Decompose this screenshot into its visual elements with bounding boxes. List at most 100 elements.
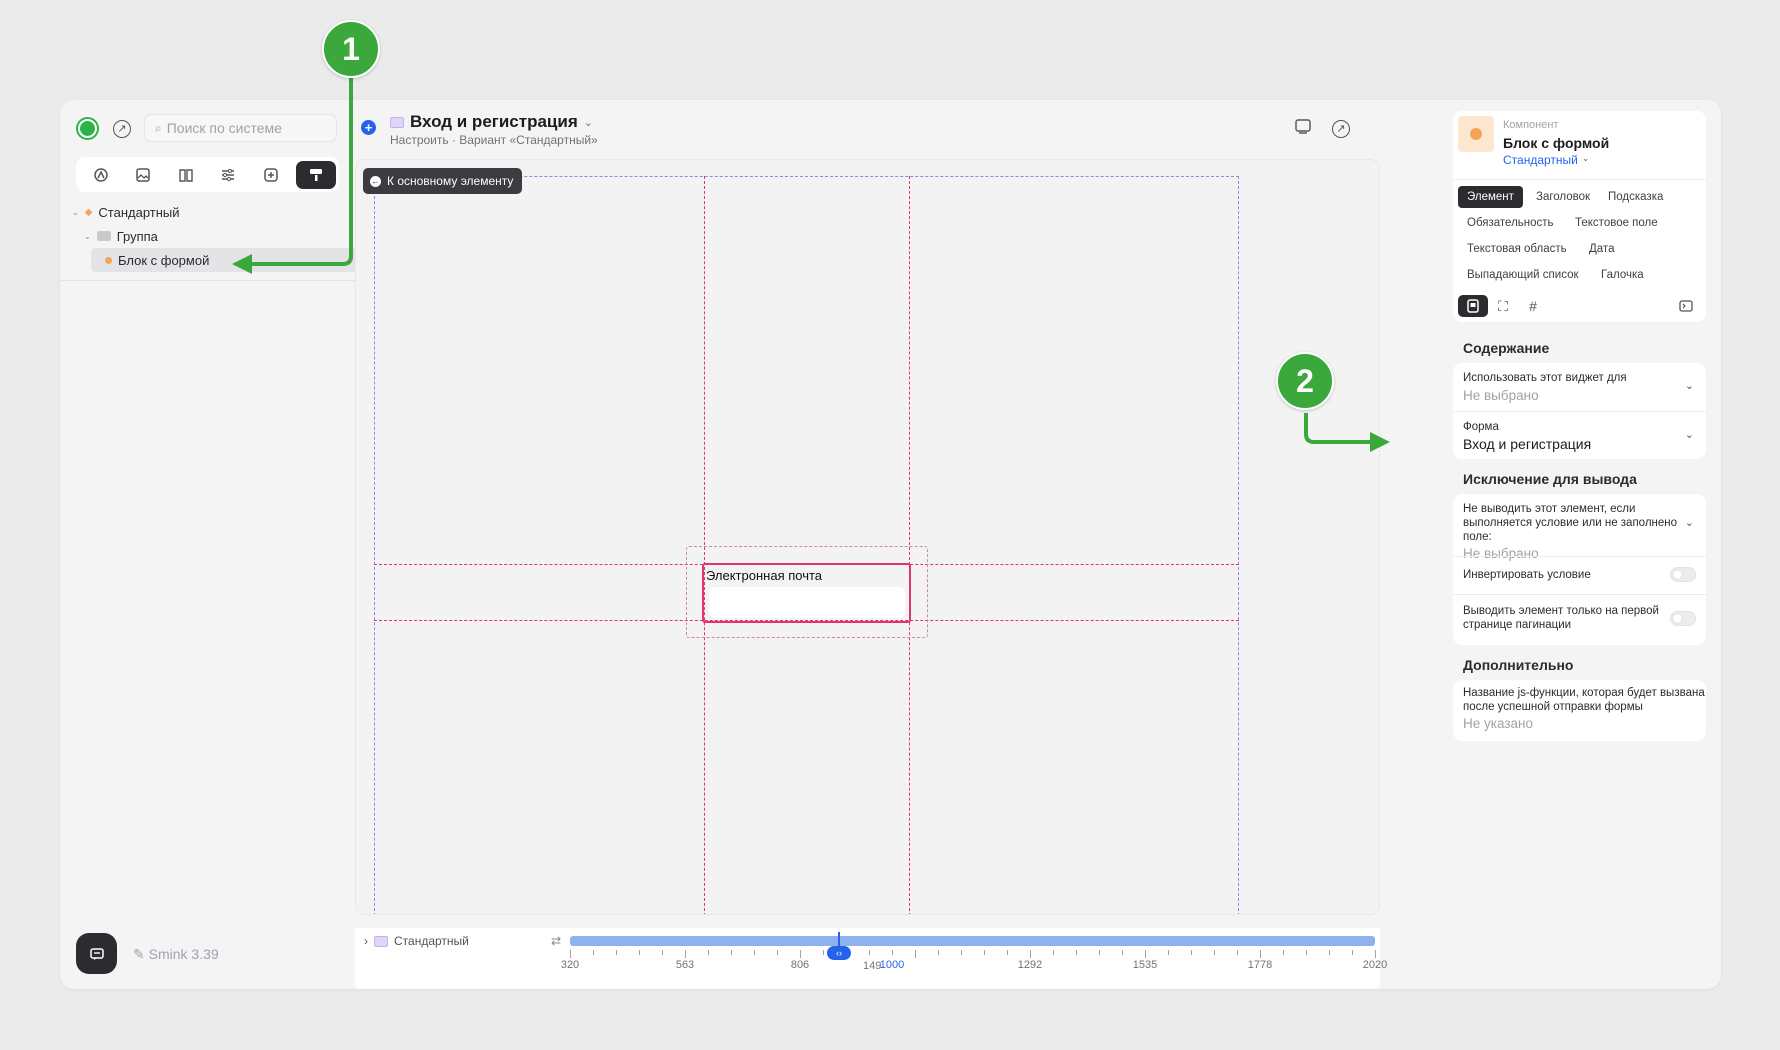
extra-card: Название js-функции, которая будет вызва… — [1453, 680, 1706, 741]
ruler-tick — [961, 950, 962, 955]
invert-toggle[interactable] — [1670, 567, 1696, 582]
tab-hint[interactable]: Подсказка — [1599, 186, 1672, 208]
divider — [1453, 594, 1706, 595]
app-window: ↗ ⌕ Поиск по системе ⌄ ◆ Стандартный ⌄ Г… — [60, 100, 1721, 989]
ruler-tick — [823, 950, 824, 955]
open-external-icon[interactable]: ↗ — [1332, 120, 1350, 138]
tab-header[interactable]: Заголовок — [1527, 186, 1599, 208]
chevron-down-icon[interactable]: ⌄ — [72, 208, 79, 217]
ruler-tick — [593, 950, 594, 955]
tab-checkbox[interactable]: Галочка — [1592, 264, 1653, 286]
book-icon[interactable] — [169, 161, 203, 189]
first-page-label: Выводить элемент только на первой страни… — [1463, 605, 1659, 631]
component-name: Блок с формой — [1503, 135, 1610, 151]
ruler-tick — [1076, 950, 1077, 955]
ruler-tick — [1329, 950, 1330, 955]
tab-textarea[interactable]: Текстовая область — [1458, 238, 1576, 260]
tab-element[interactable]: Элемент — [1458, 186, 1523, 208]
ruler-tick — [1352, 950, 1353, 955]
tree-item-root[interactable]: ⌄ ◆ Стандартный — [60, 200, 355, 224]
chat-button[interactable] — [76, 933, 117, 974]
ruler-label: 563 — [675, 959, 695, 971]
layer-tree: ⌄ ◆ Стандартный ⌄ Группа Блок с формой — [60, 200, 355, 272]
chevron-down-icon[interactable]: ⌄ — [1685, 516, 1694, 529]
page-title[interactable]: Вход и регистрация ⌄ — [390, 112, 593, 132]
terminal-icon[interactable] — [1671, 295, 1701, 317]
external-link-icon[interactable]: ↗ — [113, 120, 131, 138]
tab-required[interactable]: Обязательность — [1458, 212, 1563, 234]
left-sidebar: ↗ ⌕ Поиск по системе ⌄ ◆ Стандартный ⌄ Г… — [60, 100, 355, 989]
form-block-selected[interactable]: Электронная почта — [702, 563, 911, 623]
ruler-tick — [1168, 950, 1169, 955]
chevron-down-icon[interactable]: ⌄ — [584, 116, 593, 129]
ruler-label: 2020 — [1362, 959, 1388, 971]
diamond-icon: ◆ — [84, 206, 93, 218]
ruler-tick — [1030, 950, 1031, 958]
divider — [1453, 411, 1706, 412]
email-label: Электронная почта — [706, 568, 823, 583]
search-input[interactable]: ⌕ Поиск по системе — [144, 114, 337, 142]
variant-select[interactable]: Стандартный ⌄ — [1503, 153, 1589, 167]
ruler-label: 1535 — [1132, 959, 1158, 971]
version-label: ✎ Smink 3.39 — [133, 946, 219, 962]
chevron-down-icon[interactable]: ⌄ — [84, 232, 91, 241]
email-input[interactable] — [709, 587, 905, 618]
ruler-track[interactable] — [570, 936, 1375, 946]
breakpoint-ruler: › Стандартный ⇄ 320 563 806 1000 1292 1535 177… — [355, 928, 1387, 989]
ruler-tick — [1306, 950, 1307, 955]
add-square-icon[interactable] — [254, 161, 288, 189]
fullscreen-icon[interactable]: ⛶ — [1488, 295, 1518, 317]
exclusion-select[interactable]: Не выводить этот элемент, если выполняет… — [1463, 502, 1688, 561]
add-icon[interactable]: + — [361, 120, 376, 135]
brush-icon[interactable] — [84, 161, 118, 189]
use-widget-select[interactable]: Использовать этот виджет для Не выбрано — [1463, 371, 1683, 403]
back-to-parent-button[interactable]: ← К основному элементу — [363, 168, 523, 194]
ruler-tick — [1237, 950, 1238, 955]
content-card: Использовать этот виджет для Не выбрано … — [1453, 363, 1706, 459]
chat-icon — [89, 947, 104, 960]
ruler-variant[interactable]: › Стандартный — [364, 934, 469, 948]
ruler-tick — [915, 950, 916, 958]
logo-icon[interactable] — [76, 117, 99, 140]
divider — [1453, 179, 1706, 180]
ruler-tick — [1007, 950, 1008, 955]
ruler-label: 1292 — [1017, 959, 1043, 971]
chevron-down-icon[interactable]: ⌄ — [1685, 379, 1694, 392]
ruler-tick — [800, 950, 801, 958]
arrow-left-icon: ← — [370, 175, 381, 187]
ruler-tick — [984, 950, 985, 955]
preview-icon[interactable] — [1294, 118, 1312, 141]
sliders-icon[interactable] — [211, 161, 245, 189]
ruler-label: 320 — [560, 959, 580, 971]
ruler-tick — [662, 950, 663, 955]
sidebar-toolbar — [76, 157, 339, 192]
first-page-toggle[interactable] — [1670, 611, 1696, 626]
tree-item-group[interactable]: ⌄ Группа — [60, 224, 355, 248]
swap-icon[interactable]: ⇄ — [551, 934, 561, 948]
ruler-label: 1000 — [879, 959, 905, 971]
ruler-tick — [1283, 950, 1284, 955]
properties-panel: Компонент Блок с формой Стандартный ⌄ Эле… — [1453, 100, 1721, 989]
tab-date[interactable]: Дата — [1580, 238, 1623, 260]
image-icon[interactable] — [126, 161, 160, 189]
form-select[interactable]: Форма Вход и регистрация — [1463, 420, 1683, 452]
tree-item-form-block[interactable]: Блок с формой — [91, 248, 355, 272]
content-mode-icon[interactable] — [1458, 295, 1488, 317]
ruler-label-hidden: 149 — [863, 960, 882, 972]
tab-dropdown[interactable]: Выпадающий список — [1458, 264, 1588, 286]
ruler-tick — [938, 950, 939, 955]
component-type: Компонент — [1503, 119, 1559, 131]
extra-section-title: Дополнительно — [1463, 657, 1574, 673]
mode-card: ⛶ # — [1453, 288, 1706, 322]
component-thumbnail — [1458, 116, 1494, 152]
exclusion-card: Не выводить этот элемент, если выполняет… — [1453, 494, 1706, 645]
tab-text-field[interactable]: Текстовое поле — [1566, 212, 1667, 234]
paint-roller-icon[interactable] — [295, 160, 336, 189]
js-function-field[interactable]: Название js-функции, которая будет вызва… — [1463, 686, 1706, 731]
canvas[interactable]: ← К основному элементу Электронная почта — [355, 159, 1380, 915]
chevron-right-icon[interactable]: › — [364, 934, 368, 948]
ruler-handle[interactable]: ‹› — [827, 946, 851, 960]
chevron-down-icon[interactable]: ⌄ — [1685, 428, 1694, 441]
ruler-tick — [869, 950, 870, 955]
grid-icon[interactable]: # — [1518, 295, 1548, 317]
